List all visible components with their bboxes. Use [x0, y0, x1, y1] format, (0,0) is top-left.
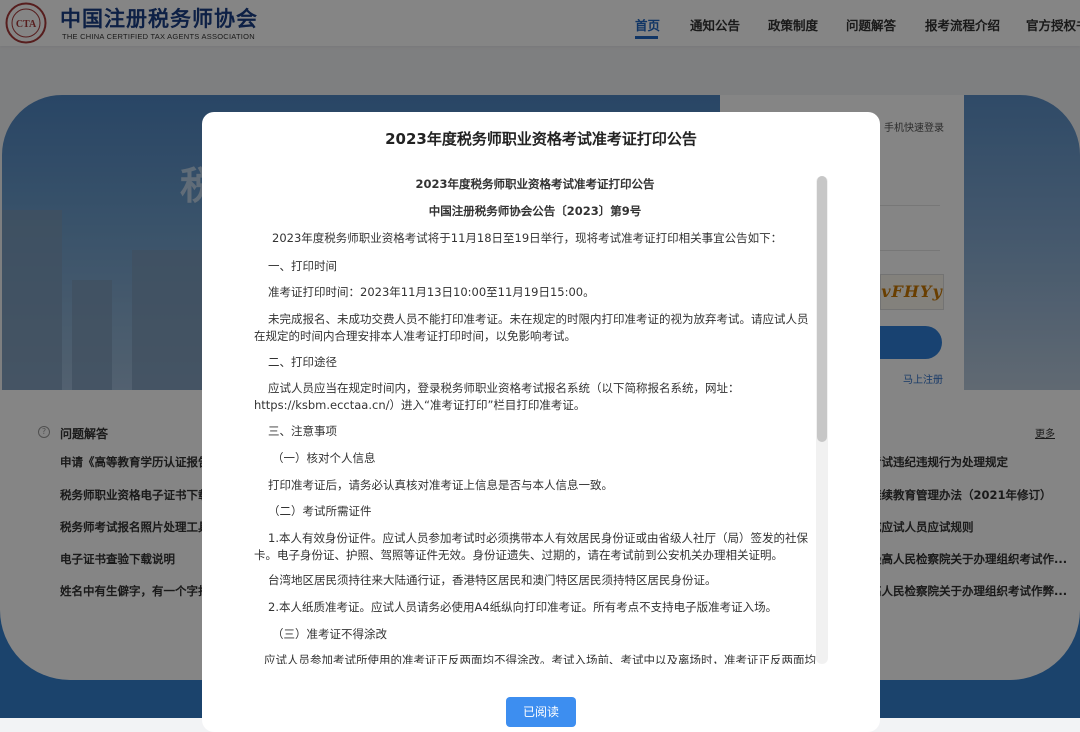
notice-paragraph: 2023年度税务师职业资格考试将于11月18日至19日举行，现将考试准考证打印相… [272, 231, 783, 245]
notice-section-heading: 三、注意事项 [268, 424, 337, 438]
modal-title: 2023年度税务师职业资格考试准考证打印公告 [385, 130, 697, 148]
notice-paragraph: 未完成报名、未成功交费人员不能打印准考证。未在规定的时限内打印准考证的视为放弃考… [254, 312, 809, 343]
notice-paragraph: 1.本人有效身份证件。应试人员参加考试时必须携带本人有效居民身份证或由省级人社厅… [254, 531, 808, 562]
notice-paragraph: 2.本人纸质准考证。应试人员请务必使用A4纸纵向打印准考证。所有考点不支持电子版… [268, 600, 778, 614]
notice-section-heading: 二、打印途径 [268, 355, 337, 369]
notice-paragraph: 应试人员参加考试所使用的准考证正反两面均不得涂改。考试入场前、考试中以及离场时，… [264, 653, 816, 664]
read-confirm-button[interactable]: 已阅读 [506, 697, 576, 727]
notice-scrollbar-thumb[interactable] [817, 176, 827, 442]
notice-paragraph: 准考证打印时间：2023年11月13日10:00至11月19日15:00。 [268, 285, 595, 299]
notice-subsection-heading: （二）考试所需证件 [268, 504, 372, 518]
notice-paragraph: 台湾地区居民须持往来大陆通行证，香港特区居民和澳门特区居民须持特区居民身份证。 [268, 573, 717, 587]
notice-modal: 2023年度税务师职业资格考试准考证打印公告 2023年度税务师职业资格考试准考… [202, 112, 880, 732]
notice-paragraph: 打印准考证后，请务必认真核对准考证上信息是否与本人信息一致。 [268, 478, 613, 492]
notice-subsection-heading: （一）核对个人信息 [272, 451, 376, 465]
notice-subheading: 中国注册税务师协会公告〔2023〕第9号 [428, 204, 642, 218]
notice-section-heading: 一、打印时间 [268, 259, 337, 273]
notice-content[interactable]: 2023年度税务师职业资格考试准考证打印公告 中国注册税务师协会公告〔2023〕… [254, 172, 816, 664]
notice-subsection-heading: （三）准考证不得涂改 [272, 627, 387, 641]
notice-heading: 2023年度税务师职业资格考试准考证打印公告 [415, 177, 655, 191]
notice-paragraph: 应试人员应当在规定时间内，登录税务师职业资格考试报名系统（以下简称报名系统，网址… [254, 381, 740, 412]
